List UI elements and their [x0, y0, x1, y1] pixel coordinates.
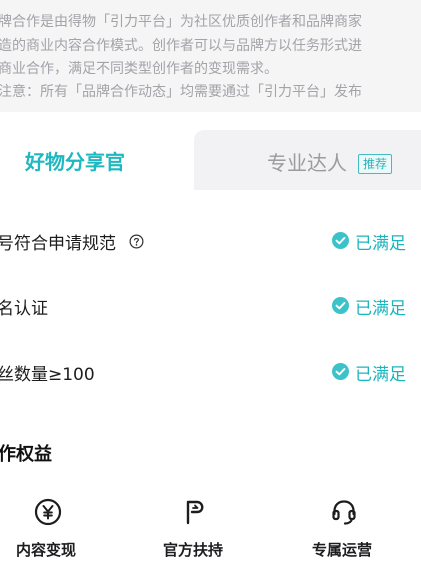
- benefits-title: 作权益: [0, 444, 52, 465]
- status-text: 已满足: [355, 234, 406, 254]
- status-text: 已满足: [355, 365, 406, 385]
- help-icon[interactable]: [129, 234, 144, 249]
- tab-professional-creator[interactable]: 专业达人 推荐: [194, 130, 421, 190]
- check-circle-icon: [332, 232, 349, 249]
- requirement-row: 丝数量≥100 已满足: [0, 350, 421, 394]
- tab-good-item-sharer-label: 好物分享官: [25, 150, 125, 174]
- benefit-content-monetization[interactable]: 内容变现: [0, 497, 96, 561]
- role-tabs: 好物分享官 专业达人 推荐: [0, 126, 421, 194]
- benefit-label: 专属运营: [311, 541, 372, 559]
- requirement-label: 名认证: [0, 299, 48, 319]
- tab-good-item-sharer[interactable]: 好物分享官: [0, 126, 194, 194]
- tab-professional-creator-label: 专业达人: [267, 151, 347, 175]
- intro-line-3: 商业合作，满足不同类型创作者的变现需求。: [0, 61, 278, 77]
- support-p-icon: [186, 500, 204, 525]
- headset-icon: [332, 500, 356, 525]
- status-text: 已满足: [355, 299, 406, 319]
- benefit-label: 官方扶持: [162, 541, 223, 559]
- check-circle-icon: [332, 363, 349, 380]
- intro-note: 注意：所有「品牌合作动态」均需要通过「引力平台」发布: [0, 84, 362, 100]
- benefit-dedicated-operation[interactable]: 专属运营: [292, 497, 392, 561]
- intro-line-1: 牌合作是由得物「引力平台」为社区优质创作者和品牌商家: [0, 14, 362, 30]
- intro-line-2: 造的商业内容合作模式。创作者可以与品牌方以任务形式进: [0, 38, 362, 54]
- check-circle-icon: [332, 297, 349, 314]
- intro-panel: 牌合作是由得物「引力平台」为社区优质创作者和品牌商家 造的商业内容合作模式。创作…: [0, 0, 421, 112]
- requirement-label: 丝数量≥100: [0, 365, 95, 385]
- recommend-badge: 推荐: [358, 154, 393, 174]
- requirement-row: 号符合申请规范 已满足: [0, 219, 421, 263]
- yen-circle-icon: [34, 498, 62, 526]
- requirement-row: 名认证 已满足: [0, 284, 421, 328]
- benefit-official-support[interactable]: 官方扶持: [143, 497, 243, 561]
- benefit-label: 内容变现: [15, 541, 76, 559]
- requirement-label: 号符合申请规范: [0, 234, 116, 254]
